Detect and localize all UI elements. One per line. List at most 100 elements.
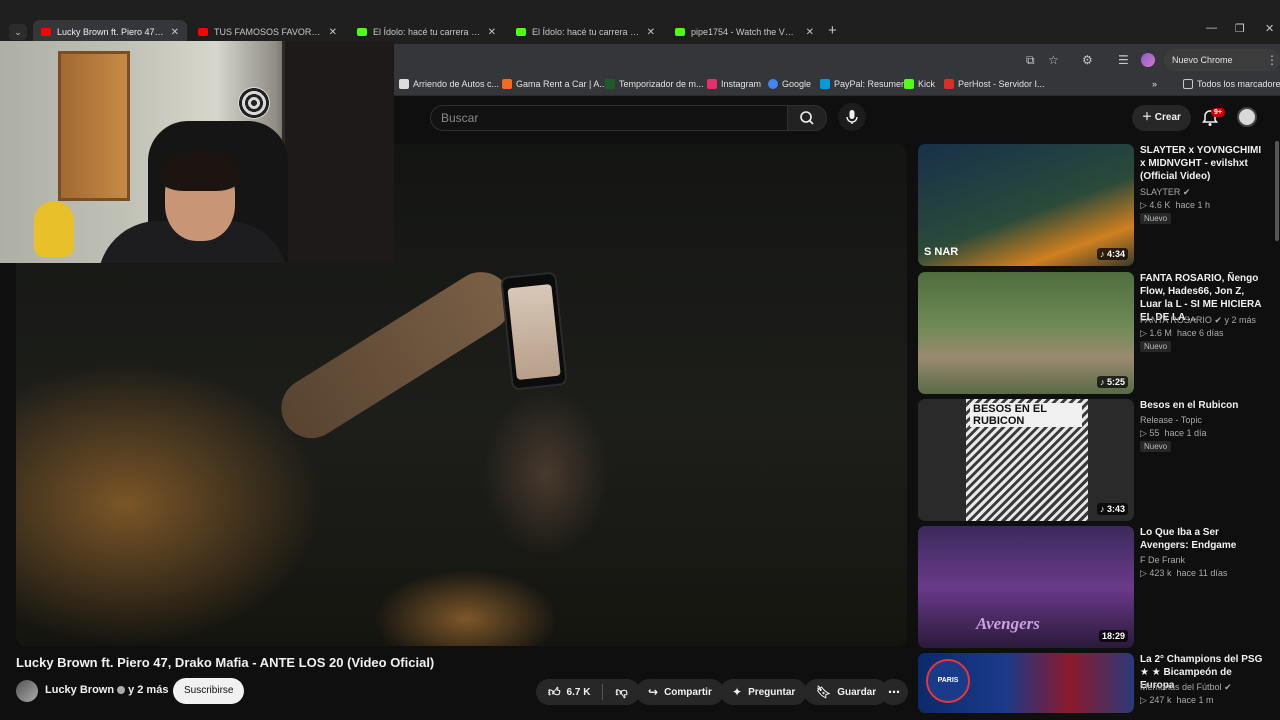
close-window-icon[interactable]: ✕	[1265, 22, 1274, 35]
bookmark-paypal[interactable]: PayPal: Resumen	[820, 79, 906, 89]
verified-badge-icon: ✔	[1224, 682, 1232, 692]
recommendation-channel[interactable]: Memorias del Fútbol ✔	[1140, 682, 1232, 693]
close-tab-icon[interactable]: ✕	[488, 27, 496, 38]
video-thumbnail[interactable]: S NAR ♪ 4:34	[918, 144, 1134, 266]
recommendation-title[interactable]: Besos en el Rubicon	[1140, 399, 1268, 412]
bookmark-gama-rent[interactable]: Gama Rent a Car | A...	[502, 79, 607, 89]
channel-name[interactable]: Lucky Brown	[45, 684, 114, 696]
video-thumbnail[interactable]: Avengers 18:29	[918, 526, 1134, 648]
kick-favicon-icon	[675, 28, 685, 36]
dislike-icon[interactable]: 👎︎	[615, 685, 627, 700]
bookmark-favicon-icon	[399, 79, 409, 89]
create-button[interactable]: ＋ Crear	[1132, 105, 1191, 131]
restore-window-icon[interactable]: ❐	[1235, 22, 1245, 35]
like-count[interactable]: 6.7 K	[567, 687, 591, 698]
install-app-icon[interactable]: ⧉	[1026, 53, 1035, 68]
new-badge: Nuevo	[1140, 441, 1172, 452]
recommendation-item[interactable]: PARIS La 2° Champions del PSG ★ ★ Bicamp…	[918, 653, 1268, 713]
new-tab-button[interactable]: +	[828, 22, 837, 39]
recommendation-item[interactable]: S NAR ♪ 4:34 SLAYTER x YOVNGCHIMI x MIDN…	[918, 144, 1268, 266]
bookmark-arriendo-autos[interactable]: Arriendo de Autos c...	[399, 79, 499, 89]
recommendation-item[interactable]: BESOS EN EL RUBICON ♪ 3:43 Besos en el R…	[918, 399, 1268, 521]
youtube-favicon-icon	[198, 28, 208, 36]
tab-pipe1754[interactable]: pipe1754 - Watch the VOD on ✕	[667, 20, 822, 44]
bookmark-temporizador[interactable]: Temporizador de m...	[605, 79, 704, 89]
channel-info[interactable]: Lucky Brown y 2 más	[45, 684, 168, 696]
page-scrollbar[interactable]	[1275, 141, 1279, 241]
media-controls-icon[interactable]: ☰	[1118, 53, 1129, 67]
save-button[interactable]: 🔖︎ Guardar	[804, 679, 889, 705]
tab-search-button[interactable]: ⌄	[9, 24, 27, 40]
like-dislike-group: 👍︎ 6.7 K 👎︎	[536, 679, 640, 705]
like-icon[interactable]: 👍︎	[548, 685, 561, 700]
all-bookmarks-folder[interactable]: Todos los marcadores	[1183, 79, 1280, 89]
share-arrow-icon: ↪	[648, 685, 659, 699]
recommendation-item[interactable]: Avengers 18:29 Lo Que Iba a Ser Avengers…	[918, 526, 1268, 648]
close-tab-icon[interactable]: ✕	[806, 27, 814, 38]
recommendation-item[interactable]: ♪ 5:25 FANTA ROSARIO, Ñengo Flow, Hades6…	[918, 272, 1268, 394]
close-tab-icon[interactable]: ✕	[647, 27, 655, 38]
search-input[interactable]: Buscar	[430, 105, 787, 131]
bookmark-google[interactable]: Google	[768, 79, 811, 89]
chrome-update-button[interactable]: Nuevo Chrome disponible	[1164, 49, 1280, 87]
video-thumbnail[interactable]: PARIS	[918, 653, 1134, 713]
webcam-door	[58, 51, 130, 201]
recommendation-meta: ▷ 4.6 K hace 1 h	[1140, 200, 1210, 210]
channel-collaborators: y 2 más	[128, 684, 169, 696]
bookmark-kick[interactable]: Kick	[904, 79, 935, 89]
recommendation-channel[interactable]: F De Frank	[1140, 555, 1185, 565]
kick-favicon-icon	[516, 28, 526, 36]
bookmark-favicon-icon	[605, 79, 615, 89]
recommendation-title[interactable]: SLAYTER x YOVNGCHIMI x MIDNVGHT - evilsh…	[1140, 144, 1268, 183]
video-thumbnail[interactable]: BESOS EN EL RUBICON ♪ 3:43	[918, 399, 1134, 521]
close-tab-icon[interactable]: ✕	[171, 27, 179, 38]
recommendation-channel[interactable]: SLAYTER ✔	[1140, 187, 1190, 198]
bookmark-instagram[interactable]: Instagram	[707, 79, 761, 89]
video-thumbnail[interactable]: ♪ 5:25	[918, 272, 1134, 394]
more-actions-button[interactable]: ⋯	[880, 679, 908, 705]
recommendation-title[interactable]: Lo Que Iba a Ser Avengers: Endgame	[1140, 526, 1268, 552]
search-button[interactable]	[787, 105, 827, 131]
chrome-menu-icon[interactable]: ⋮	[1266, 53, 1278, 67]
paypal-icon	[820, 79, 830, 89]
recommendation-channel[interactable]: Release - Topic	[1140, 415, 1202, 425]
more-horizontal-icon: ⋯	[888, 685, 900, 699]
bookmark-icon: 🔖︎	[816, 685, 832, 699]
search-icon	[800, 111, 814, 125]
chrome-profile-avatar[interactable]	[1141, 53, 1155, 67]
verified-badge-icon: ✔	[1214, 315, 1222, 325]
account-avatar[interactable]	[1237, 107, 1257, 127]
voice-search-button[interactable]	[838, 103, 866, 131]
close-tab-icon[interactable]: ✕	[329, 27, 337, 38]
verified-badge-icon: ✔	[1182, 187, 1191, 197]
video-duration: ♪ 4:34	[1096, 248, 1128, 260]
new-badge: Nuevo	[1140, 341, 1172, 352]
thumbnail-text: S NAR	[924, 246, 959, 258]
notifications-badge: 9+	[1211, 108, 1225, 117]
video-duration: ♪ 5:25	[1096, 376, 1128, 388]
minimize-window-icon[interactable]: —	[1206, 22, 1217, 34]
sparkle-icon: ✦	[732, 685, 743, 699]
verified-badge-icon	[117, 686, 126, 695]
recommendation-channel[interactable]: FANTA ROSARIO ✔ y 2 más	[1140, 315, 1256, 326]
channel-avatar[interactable]	[16, 680, 38, 702]
new-badge: Nuevo	[1140, 213, 1172, 224]
more-bookmarks-icon[interactable]: »	[1152, 79, 1157, 89]
bookmark-star-icon[interactable]: ☆	[1048, 53, 1059, 67]
tab-el-idolo-2[interactable]: El Ídolo: hacé tu carrera en la L ✕	[508, 20, 663, 44]
bookmark-perhost[interactable]: PerHost - Servidor I...	[944, 79, 1045, 89]
plus-icon: ＋	[1142, 112, 1155, 123]
recommendation-meta: ▷ 55 hace 1 día	[1140, 428, 1207, 438]
video-frame-phone	[500, 271, 568, 391]
subscribe-button[interactable]: Suscribirse	[173, 678, 245, 704]
webcam-minion-toy	[34, 201, 74, 257]
extensions-icon[interactable]: ⚙	[1082, 53, 1093, 67]
webcam-shelf	[282, 41, 394, 263]
share-button[interactable]: ↪ Compartir	[636, 679, 724, 705]
ask-button[interactable]: ✦ Preguntar	[720, 679, 808, 705]
video-duration: 18:29	[1098, 630, 1128, 642]
streamer-webcam-overlay	[0, 41, 394, 263]
kick-icon	[904, 79, 914, 89]
recommendation-meta: ▷ 423 k hace 11 días	[1140, 568, 1228, 578]
youtube-favicon-icon	[41, 28, 51, 36]
